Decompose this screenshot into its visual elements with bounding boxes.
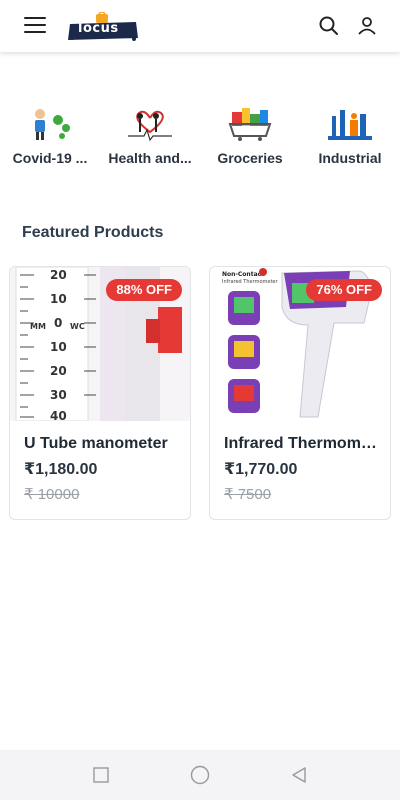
category-health[interactable]: Health and... bbox=[100, 100, 200, 172]
category-label: Health and... bbox=[108, 150, 192, 166]
category-label: Industrial bbox=[318, 150, 382, 166]
back-triangle-icon[interactable] bbox=[290, 766, 308, 784]
square-icon[interactable] bbox=[92, 766, 110, 784]
circle-icon[interactable] bbox=[190, 765, 210, 785]
product-price: ₹1,180.00 bbox=[24, 461, 98, 478]
unit-label: WC bbox=[70, 322, 85, 331]
product-name: Infrared Thermometer bbox=[224, 435, 384, 452]
category-label: Groceries bbox=[217, 150, 283, 166]
logo-text: locus bbox=[78, 21, 119, 36]
unit-label: MM bbox=[30, 322, 46, 331]
user-icon[interactable] bbox=[356, 15, 378, 37]
groceries-icon bbox=[226, 106, 274, 142]
covid-icon bbox=[26, 106, 74, 142]
category-covid[interactable]: Covid-19 ... bbox=[0, 100, 100, 172]
product-image: Non-Contact Infrared Thermometer 76% OFF bbox=[210, 267, 390, 421]
discount-badge: 76% OFF bbox=[306, 279, 382, 301]
scale-label: 10 bbox=[50, 292, 67, 306]
app-bar: locus bbox=[0, 0, 400, 52]
search-icon[interactable] bbox=[318, 15, 340, 37]
scale-label: 0 bbox=[54, 316, 62, 330]
section-title: Featured Products bbox=[22, 224, 164, 241]
scale-label: 40 bbox=[50, 409, 67, 421]
product-original-price: ₹ 7500 bbox=[224, 486, 272, 503]
health-icon bbox=[126, 106, 174, 142]
discount-badge: 88% OFF bbox=[106, 279, 182, 301]
product-original-price: ₹ 10000 bbox=[24, 486, 80, 503]
product-card[interactable]: 20 10 0 10 20 30 40 MM WC 88% OFF U Tube… bbox=[9, 266, 191, 520]
hamburger-menu-icon[interactable] bbox=[24, 17, 46, 35]
image-caption: Infrared Thermometer bbox=[222, 279, 278, 285]
scale-label: 20 bbox=[50, 268, 67, 282]
scale-label: 30 bbox=[50, 388, 67, 402]
product-price: ₹1,770.00 bbox=[224, 461, 298, 478]
scale-label: 20 bbox=[50, 364, 67, 378]
product-image: 20 10 0 10 20 30 40 MM WC 88% OFF bbox=[10, 267, 190, 421]
industrial-icon bbox=[326, 106, 374, 142]
category-groceries[interactable]: Groceries bbox=[200, 100, 300, 172]
system-nav-bar bbox=[0, 750, 400, 800]
logo[interactable]: locus bbox=[66, 11, 140, 42]
product-name: U Tube manometer bbox=[24, 435, 168, 452]
category-label: Covid-19 ... bbox=[12, 150, 88, 166]
product-card[interactable]: Non-Contact Infrared Thermometer 76% OFF… bbox=[209, 266, 391, 520]
image-caption: Non-Contact bbox=[222, 271, 264, 278]
category-industrial[interactable]: Industrial bbox=[300, 100, 400, 172]
scale-label: 10 bbox=[50, 340, 67, 354]
category-row: Covid-19 ... Health and... Groceries Ind… bbox=[0, 100, 400, 180]
